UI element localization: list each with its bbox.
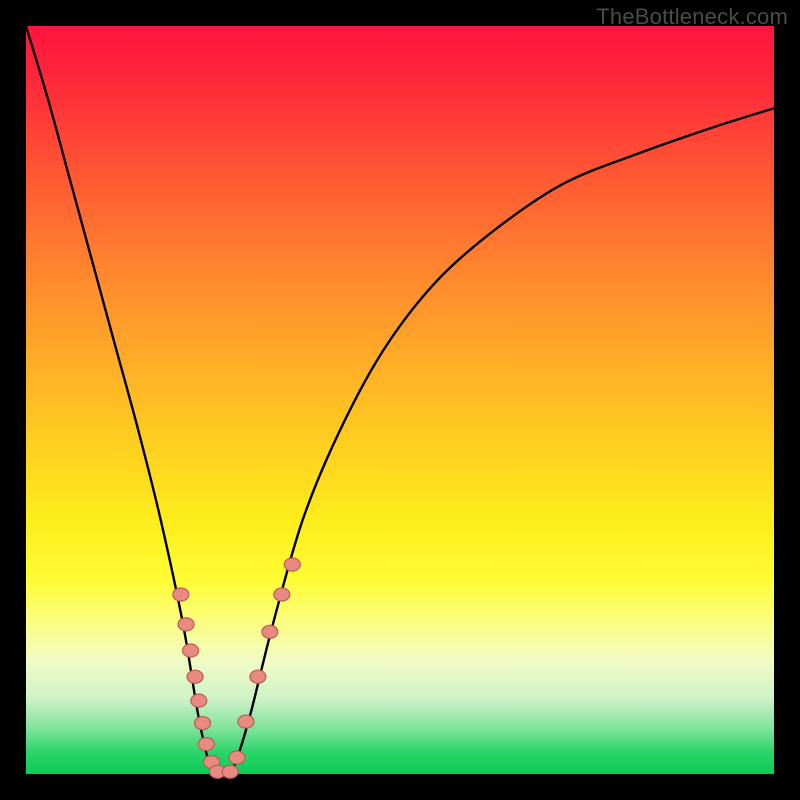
marker-right-5 [274,588,290,601]
marker-left-1 [178,618,194,631]
marker-right-3 [250,670,266,683]
marker-left-5 [195,717,211,730]
marker-left-2 [183,644,199,657]
marker-left-0 [173,588,189,601]
marker-right-6 [284,558,300,571]
bottleneck-curve [26,26,774,775]
chart-area [26,26,774,774]
marker-left-6 [198,738,214,751]
marker-right-1 [229,751,245,764]
bottleneck-chart-svg [26,26,774,774]
marker-right-4 [262,625,278,638]
marker-right-2 [238,715,254,728]
marker-left-4 [191,694,207,707]
marker-left-3 [187,670,203,683]
marker-right-0 [222,765,238,778]
watermark-text: TheBottleneck.com [596,4,788,30]
